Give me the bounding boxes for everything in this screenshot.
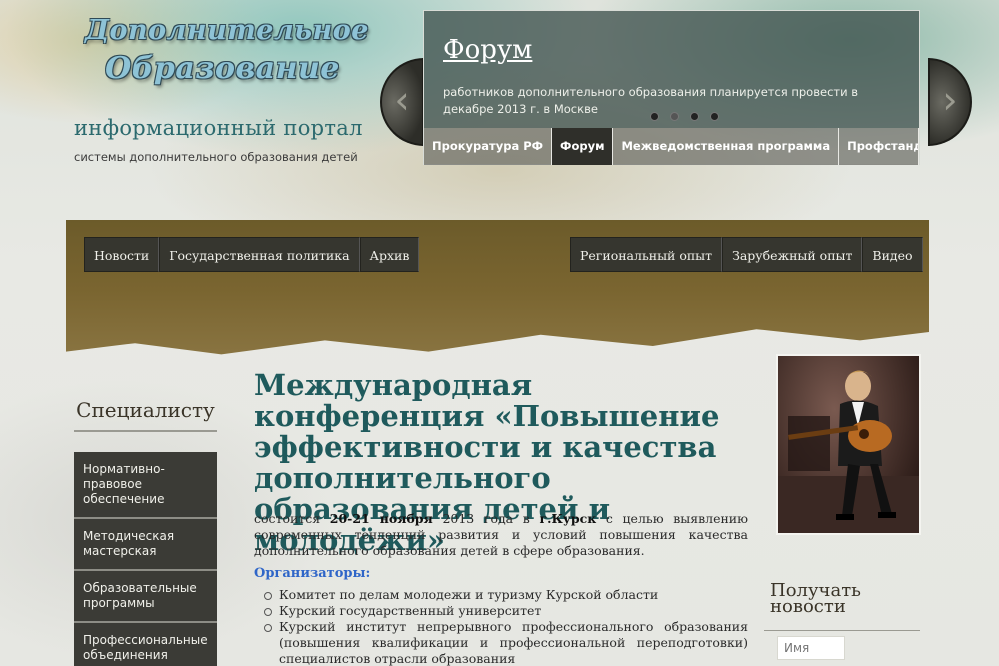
intro-dates: 20-21 ноября [329,511,433,526]
slider-tabs: Прокуратура РФ Форум Межведомственная пр… [424,128,919,165]
nav-item-video[interactable]: Видео [862,237,923,272]
nav-item-news[interactable]: Новости [84,237,160,272]
slider-tab-profstandart[interactable]: Профстандарт [839,128,919,165]
main-nav-right: Региональный опыт Зарубежный опыт Видео [570,237,923,272]
guitarist-photo-illustration [778,370,919,533]
sidebar-item-normative[interactable]: Нормативно-правовое обеспечение [74,452,217,519]
intro-text: состоится [254,511,330,526]
portal-title: информационный портал [74,116,363,140]
main-nav-left: Новости Государственная политика Архив [84,237,420,272]
nav-item-state-policy[interactable]: Государственная политика [159,237,360,272]
logo-line-1: Дополнительное [85,15,369,46]
news-slider: Форум работников дополнительного образов… [423,10,920,165]
sidebar-item-programs[interactable]: Образовательные программы [74,571,217,623]
slide-title-link[interactable]: Форум [443,35,532,65]
sidebar-item-methodical[interactable]: Методическая мастерская [74,519,217,571]
intro-text: 2013 года в [432,511,540,526]
slide-caption-panel: Форум работников дополнительного образов… [424,11,919,128]
portal-subtitle: системы дополнительного образования дете… [74,150,358,164]
newsletter-name-input[interactable] [777,636,845,660]
sidebar-title: Специалисту [74,398,217,432]
organizer-item: Комитет по делам молодежи и туризму Курс… [264,587,748,603]
guitarist-photo[interactable] [776,354,921,535]
logo-line-2: Образование [105,51,340,86]
slider-dot[interactable] [710,112,719,121]
nav-item-regional-experience[interactable]: Региональный опыт [570,237,723,272]
organizer-item: Курский институт непрерывного профессион… [264,619,748,666]
slider-dot[interactable] [650,112,659,121]
intro-city: г.Курск [539,511,597,526]
newsletter-title: Получать новости [770,580,861,617]
site-logo[interactable]: Дополнительное Образование [85,10,369,100]
organizers-list: Комитет по делам молодежи и туризму Курс… [264,587,748,666]
newsletter-divider [764,630,920,631]
organizer-item: Курский государственный университет [264,603,748,619]
slider-dots [650,112,719,121]
slider-dot-active[interactable] [670,112,679,121]
slider-dot[interactable] [690,112,699,121]
slider-tab-forum[interactable]: Форум [552,128,614,165]
article-intro: состоится 20-21 ноября 2013 года в г.Кур… [254,511,748,559]
nav-item-archive[interactable]: Архив [359,237,420,272]
slider-tab-prokuratura[interactable]: Прокуратура РФ [424,128,553,165]
slider-tab-mezhved-programma[interactable]: Межведомственная программа [613,128,840,165]
organizers-label: Организаторы: [254,566,371,581]
nav-item-foreign-experience[interactable]: Зарубежный опыт [722,237,863,272]
sidebar-item-associations[interactable]: Профессиональные объединения [74,623,217,666]
sidebar-menu: Нормативно-правовое обеспечение Методиче… [74,452,217,666]
